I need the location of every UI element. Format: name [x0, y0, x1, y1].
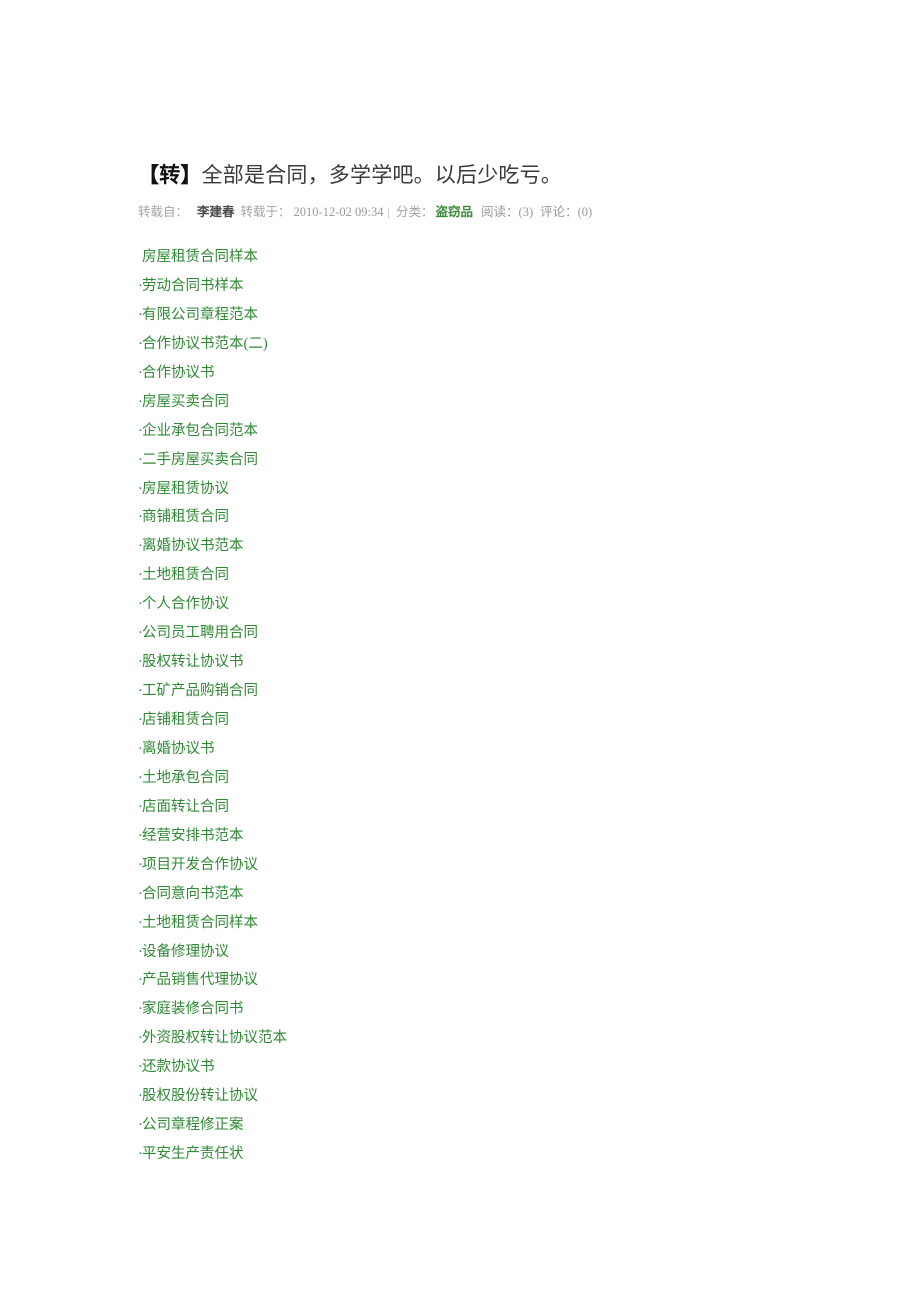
contract-link[interactable]: 外资股权转让协议范本	[142, 1030, 287, 1046]
contract-link[interactable]: 房屋租赁合同样本	[142, 249, 258, 265]
contract-link[interactable]: 企业承包合同范本	[142, 423, 258, 439]
list-item[interactable]: ·离婚协议书	[138, 735, 738, 764]
page-title-text: 全部是合同，多学学吧。以后少吃亏。	[201, 163, 563, 188]
list-item[interactable]: ·平安生产责任状	[138, 1140, 738, 1169]
list-item[interactable]: ·房屋租赁协议	[138, 475, 738, 504]
category-link[interactable]: 盗窃品	[436, 205, 474, 219]
contract-link[interactable]: 经营安排书范本	[142, 828, 244, 844]
article-meta: 转载自： 李建春 转载于： 2010-12-02 09:34 | 分类： 盗窃品 阅读：(3)…	[138, 203, 592, 221]
repost-date: 2010-12-02 09:34	[293, 205, 384, 219]
list-item[interactable]: ·房屋买卖合同	[138, 388, 738, 417]
contract-link[interactable]: 有限公司章程范本	[142, 307, 258, 323]
list-item[interactable]: ·二手房屋买卖合同	[138, 446, 738, 475]
contract-link[interactable]: 房屋买卖合同	[142, 394, 229, 410]
page-title: 【转】全部是合同，多学学吧。以后少吃亏。	[138, 160, 562, 190]
author-link[interactable]: 李建春	[197, 205, 235, 219]
contract-link[interactable]: 离婚协议书范本	[142, 538, 244, 554]
list-item[interactable]: ·土地租赁合同	[138, 561, 738, 590]
contract-link[interactable]: 店面转让合同	[142, 799, 229, 815]
contract-link[interactable]: 公司章程修正案	[142, 1117, 244, 1133]
contract-link[interactable]: 股权转让协议书	[142, 654, 244, 670]
contract-link[interactable]: 离婚协议书	[142, 741, 215, 757]
list-item[interactable]: ·还款协议书	[138, 1053, 738, 1082]
repost-tag: 【转】	[138, 163, 202, 188]
list-item[interactable]: ·离婚协议书范本	[138, 532, 738, 561]
contract-link[interactable]: 项目开发合作协议	[142, 857, 258, 873]
contract-link[interactable]: 土地承包合同	[142, 770, 229, 786]
contract-link[interactable]: 工矿产品购销合同	[142, 683, 258, 699]
list-item[interactable]: ·家庭装修合同书	[138, 995, 738, 1024]
contract-link[interactable]: 土地租赁合同	[142, 567, 229, 583]
list-item[interactable]: ·有限公司章程范本	[138, 301, 738, 330]
list-item[interactable]: ·合作协议书	[138, 359, 738, 388]
list-item[interactable]: ·店面转让合同	[138, 793, 738, 822]
list-item[interactable]: ·公司章程修正案	[138, 1111, 738, 1140]
list-item[interactable]: ·产品销售代理协议	[138, 966, 738, 995]
list-item[interactable]: ·经营安排书范本	[138, 822, 738, 851]
comment-count[interactable]: 评论：(0)	[540, 205, 592, 219]
contract-link[interactable]: 家庭装修合同书	[142, 1001, 244, 1017]
contract-link[interactable]: 合作协议书范本(二)	[142, 336, 268, 352]
list-item[interactable]: ·项目开发合作协议	[138, 851, 738, 880]
contract-link[interactable]: 公司员工聘用合同	[142, 625, 258, 641]
contract-link[interactable]: 合同意向书范本	[142, 886, 244, 902]
contract-link-list: 房屋租赁合同样本 ·劳动合同书样本 ·有限公司章程范本 ·合作协议书范本(二) ·合作协…	[138, 243, 738, 1169]
contract-link[interactable]: 店铺租赁合同	[142, 712, 229, 728]
list-item[interactable]: ·股权转让协议书	[138, 648, 738, 677]
list-item[interactable]: ·公司员工聘用合同	[138, 619, 738, 648]
list-item[interactable]: ·设备修理协议	[138, 938, 738, 967]
read-count: 阅读：(3)	[481, 205, 534, 219]
list-item[interactable]: ·合同意向书范本	[138, 880, 738, 909]
list-item[interactable]: 房屋租赁合同样本	[138, 243, 738, 272]
contract-link[interactable]: 合作协议书	[142, 365, 215, 381]
reposted-on-label: 转载于：	[240, 205, 291, 219]
contract-link[interactable]: 设备修理协议	[142, 944, 229, 960]
list-item[interactable]: ·企业承包合同范本	[138, 417, 738, 446]
contract-link[interactable]: 平安生产责任状	[142, 1146, 244, 1162]
list-item[interactable]: ·工矿产品购销合同	[138, 677, 738, 706]
contract-link[interactable]: 劳动合同书样本	[142, 278, 244, 294]
category-label: 分类：	[396, 205, 434, 219]
list-item[interactable]: ·外资股权转让协议范本	[138, 1024, 738, 1053]
reposted-from-label: 转载自：	[138, 205, 189, 219]
contract-link[interactable]: 商铺租赁合同	[142, 509, 229, 525]
contract-link[interactable]: 个人合作协议	[142, 596, 229, 612]
contract-link[interactable]: 土地租赁合同样本	[142, 915, 258, 931]
list-item[interactable]: ·店铺租赁合同	[138, 706, 738, 735]
article-page: 【转】全部是合同，多学学吧。以后少吃亏。 转载自： 李建春 转载于： 2010-12-…	[0, 0, 920, 1302]
contract-link[interactable]: 房屋租赁协议	[142, 481, 229, 497]
meta-separator: |	[387, 205, 390, 219]
list-item[interactable]: ·土地承包合同	[138, 764, 738, 793]
contract-link[interactable]: 还款协议书	[142, 1059, 215, 1075]
list-item[interactable]: ·股权股份转让协议	[138, 1082, 738, 1111]
list-item[interactable]: ·土地租赁合同样本	[138, 909, 738, 938]
contract-link[interactable]: 二手房屋买卖合同	[142, 452, 258, 468]
list-item[interactable]: ·个人合作协议	[138, 590, 738, 619]
contract-link[interactable]: 产品销售代理协议	[142, 972, 258, 988]
list-item[interactable]: ·商铺租赁合同	[138, 503, 738, 532]
list-item[interactable]: ·劳动合同书样本	[138, 272, 738, 301]
list-item[interactable]: ·合作协议书范本(二)	[138, 330, 738, 359]
contract-link[interactable]: 股权股份转让协议	[142, 1088, 258, 1104]
